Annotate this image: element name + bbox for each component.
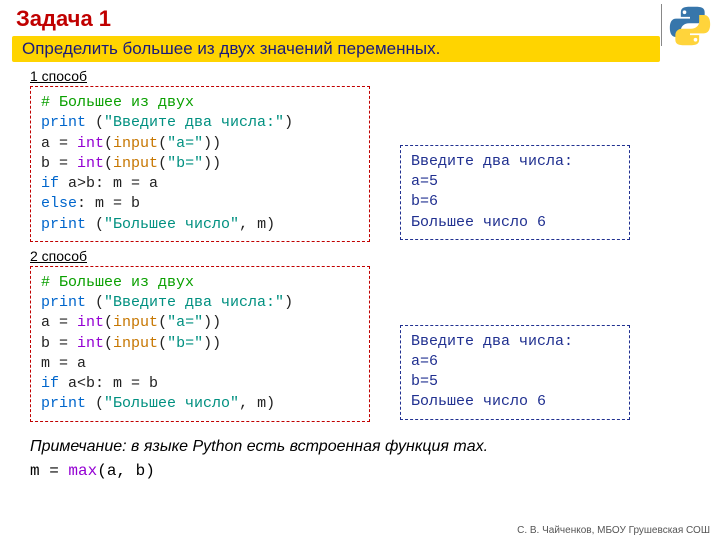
output-block-2: Введите два числа: a=6 b=5 Большее число…	[400, 325, 630, 420]
code-comment: # Большее из двух	[41, 94, 194, 111]
code-kw: print	[41, 216, 86, 233]
code-builtin: max	[68, 462, 97, 480]
code-text: (	[158, 335, 167, 352]
note-text: Примечание: в языке Python есть встроенн…	[30, 438, 720, 456]
code-fn: input	[113, 155, 158, 172]
method2-row: # Большее из двух print ("Введите два чи…	[0, 266, 720, 422]
code-text: )	[284, 294, 293, 311]
max-expression: m = max(a, b)	[30, 462, 720, 480]
code-text: (	[104, 335, 113, 352]
code-text: b =	[41, 335, 77, 352]
method1-label: 1 способ	[30, 68, 720, 84]
code-fn: input	[113, 335, 158, 352]
code-text: , m)	[239, 216, 275, 233]
code-str: "Введите два числа:"	[104, 294, 284, 311]
code-builtin: int	[77, 135, 104, 152]
code-kw: else	[41, 195, 77, 212]
code-kw: if	[41, 375, 59, 392]
code-text: b =	[41, 155, 77, 172]
code-block-2: # Большее из двух print ("Введите два чи…	[30, 266, 370, 422]
vertical-divider	[661, 4, 662, 46]
credit-line: С. В. Чайченков, МБОУ Грушевская СОШ	[517, 525, 710, 536]
code-comment: # Большее из двух	[41, 274, 194, 291]
code-text: m =	[30, 462, 68, 480]
output-block-1: Введите два числа: a=5 b=6 Большее число…	[400, 145, 630, 240]
method2-label: 2 способ	[30, 248, 720, 264]
code-text: (	[158, 155, 167, 172]
code-text: (	[86, 114, 104, 131]
code-str: "b="	[167, 335, 203, 352]
code-text: (	[86, 395, 104, 412]
code-text: )	[284, 114, 293, 131]
code-text: m = a	[41, 355, 86, 372]
code-builtin: int	[77, 155, 104, 172]
code-str: "b="	[167, 155, 203, 172]
code-text: ))	[203, 135, 221, 152]
code-text: (	[158, 135, 167, 152]
code-text: (a, b)	[97, 462, 155, 480]
code-text: ))	[203, 155, 221, 172]
out-line: b=5	[411, 372, 619, 392]
code-text: a =	[41, 135, 77, 152]
out-line: Большее число 6	[411, 213, 619, 233]
code-text: (	[86, 216, 104, 233]
code-text: (	[86, 294, 104, 311]
method1-row: # Большее из двух print ("Введите два чи…	[0, 86, 720, 242]
code-text: ))	[203, 314, 221, 331]
out-line: Введите два числа:	[411, 332, 619, 352]
out-line: a=5	[411, 172, 619, 192]
code-text: : m = b	[77, 195, 140, 212]
code-kw: if	[41, 175, 59, 192]
code-builtin: int	[77, 314, 104, 331]
out-line: Большее число 6	[411, 392, 619, 412]
task-subtitle: Определить большее из двух значений пере…	[12, 36, 660, 62]
out-line: Введите два числа:	[411, 152, 619, 172]
code-str: "Большее число"	[104, 216, 239, 233]
code-kw: print	[41, 294, 86, 311]
code-str: "Введите два числа:"	[104, 114, 284, 131]
code-block-1: # Большее из двух print ("Введите два чи…	[30, 86, 370, 242]
code-text: (	[104, 155, 113, 172]
task-title: Задача 1	[0, 0, 720, 34]
code-fn: input	[113, 135, 158, 152]
code-text: , m)	[239, 395, 275, 412]
out-line: b=6	[411, 192, 619, 212]
code-text: ))	[203, 335, 221, 352]
code-kw: print	[41, 395, 86, 412]
code-str: "a="	[167, 314, 203, 331]
out-line: a=6	[411, 352, 619, 372]
code-text: (	[158, 314, 167, 331]
code-text: (	[104, 135, 113, 152]
code-text: a>b: m = a	[59, 175, 158, 192]
code-str: "a="	[167, 135, 203, 152]
python-logo-icon	[668, 4, 712, 48]
code-text: a<b: m = b	[59, 375, 158, 392]
code-kw: print	[41, 114, 86, 131]
code-builtin: int	[77, 335, 104, 352]
code-text: (	[104, 314, 113, 331]
code-text: a =	[41, 314, 77, 331]
code-fn: input	[113, 314, 158, 331]
code-str: "Большее число"	[104, 395, 239, 412]
